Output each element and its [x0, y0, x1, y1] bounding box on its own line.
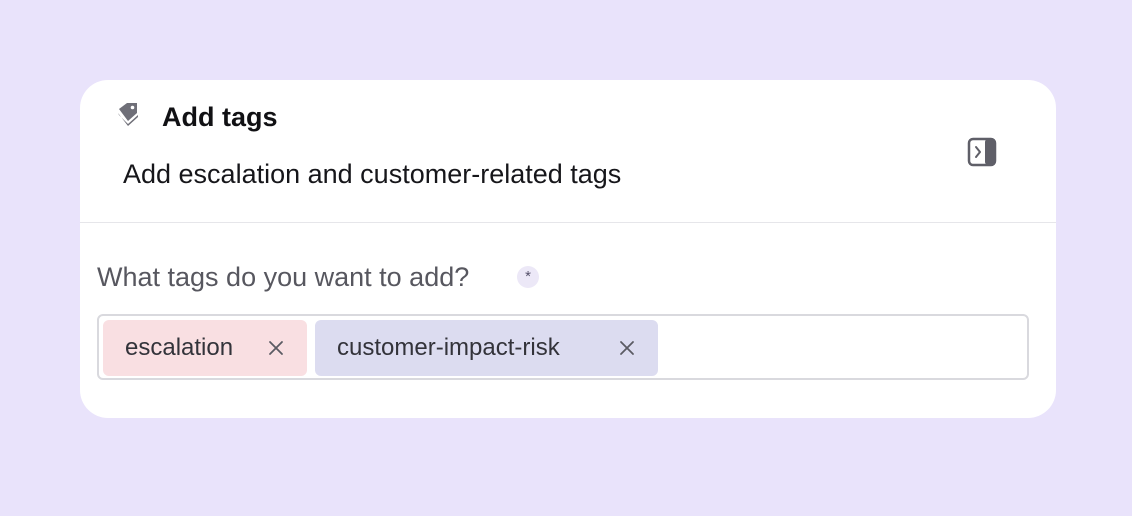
tag-chip-escalation: escalation	[103, 320, 307, 376]
tag-chip-label: escalation	[125, 334, 234, 361]
tag-chip-customer-impact-risk: customer-impact-risk	[315, 320, 658, 376]
card-subtitle: Add escalation and customer-related tags	[123, 159, 622, 189]
required-marker: *	[517, 266, 539, 288]
panel-expand-icon[interactable]	[967, 137, 997, 167]
close-icon[interactable]	[266, 338, 286, 358]
tags-input[interactable]: escalation customer-impact-risk	[97, 314, 1029, 380]
add-tags-card: Add tags Add escalation and customer-rel…	[80, 80, 1056, 418]
card-title: Add tags	[162, 102, 278, 132]
tag-chip-label: customer-impact-risk	[337, 334, 560, 361]
card-header: Add tags Add escalation and customer-rel…	[80, 80, 1056, 223]
field-label: What tags do you want to add?	[97, 262, 470, 292]
tag-icon	[115, 101, 143, 131]
close-icon[interactable]	[617, 338, 637, 358]
